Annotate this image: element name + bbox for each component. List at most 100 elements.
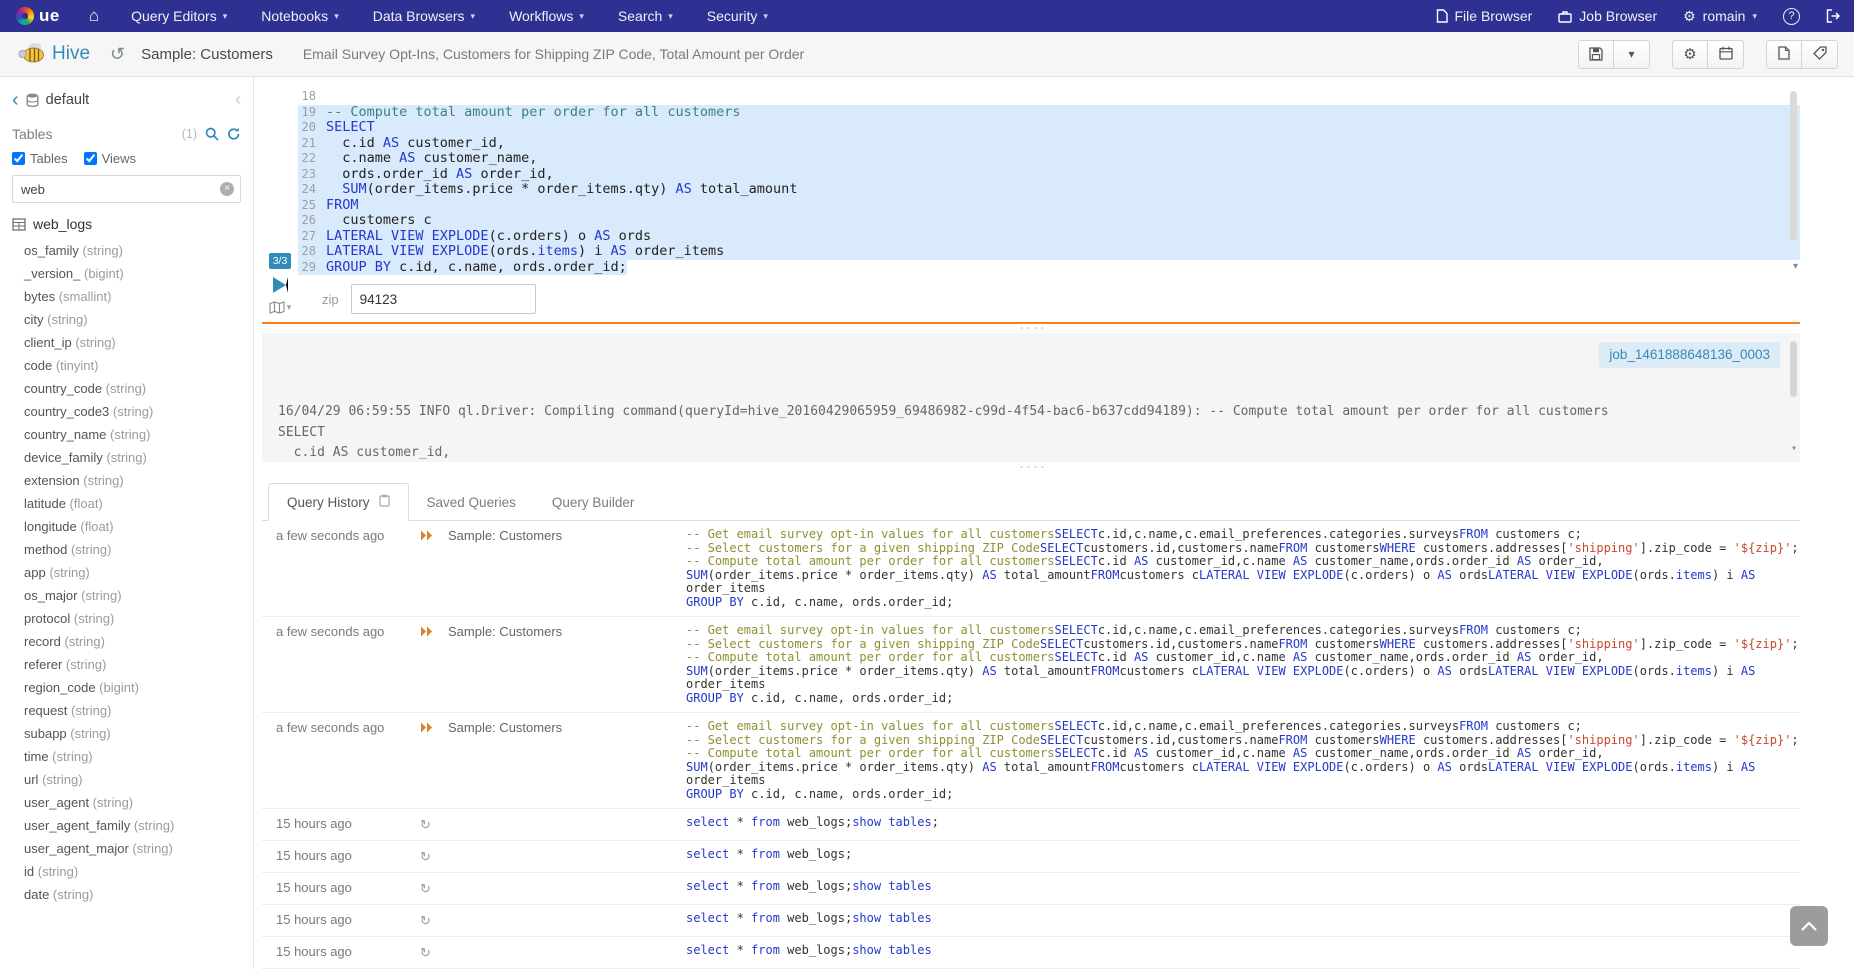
- database-name[interactable]: default: [46, 92, 90, 108]
- editor-line-28[interactable]: 28LATERAL VIEW EXPLODE(ords.items) i AS …: [298, 244, 1800, 260]
- column-item-country_name[interactable]: country_name (string): [24, 423, 241, 446]
- editor-line-24[interactable]: 24 SUM(order_items.price * order_items.q…: [298, 182, 1800, 198]
- column-item-app[interactable]: app (string): [24, 561, 241, 584]
- help-button[interactable]: ?: [1770, 0, 1813, 32]
- history-icon[interactable]: ↺: [110, 44, 125, 65]
- logout-button[interactable]: [1813, 0, 1854, 32]
- menu-notebooks[interactable]: Notebooks▾: [244, 8, 355, 24]
- query-title[interactable]: Sample: Customers: [141, 46, 273, 63]
- editor-line-26[interactable]: 26 customers c: [298, 213, 1800, 229]
- tables-filter[interactable]: Tables: [12, 151, 68, 166]
- tags-button[interactable]: [1802, 40, 1838, 69]
- tables-checkbox[interactable]: [12, 152, 25, 165]
- user-menu[interactable]: ⚙ romain ▾: [1670, 0, 1770, 32]
- back-icon[interactable]: ‹: [12, 92, 19, 108]
- column-item-os_family[interactable]: os_family (string): [24, 239, 241, 262]
- save-button[interactable]: [1578, 40, 1614, 69]
- logs-resize-grip[interactable]: [262, 462, 1800, 471]
- app-brand[interactable]: Hive: [16, 39, 90, 70]
- schedule-button[interactable]: [1708, 40, 1744, 69]
- sql-editor[interactable]: 1819-- Compute total amount per order fo…: [298, 85, 1800, 275]
- column-item-country_code[interactable]: country_code (string): [24, 377, 241, 400]
- menu-search[interactable]: Search▾: [601, 8, 690, 24]
- clear-search-icon[interactable]: ×: [220, 182, 234, 196]
- editor-line-25[interactable]: 25FROM: [298, 198, 1800, 214]
- refresh-icon[interactable]: [227, 127, 241, 141]
- history-query-name[interactable]: Sample: Customers: [448, 624, 686, 705]
- collapse-panel-icon[interactable]: ‹: [235, 89, 241, 110]
- history-query-sql[interactable]: select * from web_logs;show tables: [686, 944, 1800, 961]
- history-query-sql[interactable]: -- Get email survey opt-in values for al…: [686, 720, 1800, 801]
- column-item-country_code3[interactable]: country_code3 (string): [24, 400, 241, 423]
- column-item-city[interactable]: city (string): [24, 308, 241, 331]
- column-item-id[interactable]: id (string): [24, 860, 241, 883]
- column-item-os_major[interactable]: os_major (string): [24, 584, 241, 607]
- file-browser-link[interactable]: File Browser: [1423, 0, 1546, 32]
- history-row[interactable]: 15 hours ago↻select * from web_logs;: [262, 841, 1800, 873]
- table-item-web-logs[interactable]: web_logs: [12, 216, 241, 232]
- hue-logo[interactable]: ue: [0, 6, 74, 26]
- column-item-user_agent_major[interactable]: user_agent_major (string): [24, 837, 241, 860]
- column-item-client_ip[interactable]: client_ip (string): [24, 331, 241, 354]
- tab-query-builder[interactable]: Query Builder: [534, 485, 653, 520]
- column-item-date[interactable]: date (string): [24, 883, 241, 906]
- column-item-_version_[interactable]: _version_ (bigint): [24, 262, 241, 285]
- column-item-user_agent[interactable]: user_agent (string): [24, 791, 241, 814]
- editor-line-18[interactable]: 18: [298, 89, 1800, 105]
- search-icon[interactable]: [205, 127, 219, 141]
- history-row[interactable]: 15 hours ago↻select * from web_logs;show…: [262, 873, 1800, 905]
- history-query-sql[interactable]: select * from web_logs;show tables: [686, 912, 1800, 929]
- column-item-request[interactable]: request (string): [24, 699, 241, 722]
- editor-line-27[interactable]: 27LATERAL VIEW EXPLODE(c.orders) o AS or…: [298, 229, 1800, 245]
- scroll-to-top-button[interactable]: [1790, 906, 1828, 946]
- explain-icon[interactable]: ▾: [269, 301, 292, 314]
- history-query-name[interactable]: Sample: Customers: [448, 528, 686, 609]
- editor-scrollbar-thumb[interactable]: [1790, 91, 1797, 241]
- editor-line-21[interactable]: 21 c.id AS customer_id,: [298, 136, 1800, 152]
- log-scrollbar-thumb[interactable]: [1790, 341, 1797, 397]
- views-filter[interactable]: Views: [84, 151, 136, 166]
- editor-line-22[interactable]: 22 c.name AS customer_name,: [298, 151, 1800, 167]
- menu-workflows[interactable]: Workflows▾: [492, 8, 601, 24]
- editor-line-23[interactable]: 23 ords.order_id AS order_id,: [298, 167, 1800, 183]
- history-row[interactable]: a few seconds agoSample: Customers-- Get…: [262, 617, 1800, 713]
- history-row[interactable]: 15 hours ago↻select * from web_logs;show…: [262, 937, 1800, 969]
- menu-data-browsers[interactable]: Data Browsers▾: [356, 8, 492, 24]
- editor-line-29[interactable]: 29GROUP BY c.id, c.name, ords.order_id;: [298, 260, 1800, 276]
- column-item-device_family[interactable]: device_family (string): [24, 446, 241, 469]
- column-item-method[interactable]: method (string): [24, 538, 241, 561]
- history-query-sql[interactable]: select * from web_logs;show tables: [686, 880, 1800, 897]
- menu-query-editors[interactable]: Query Editors▾: [114, 8, 244, 24]
- column-item-user_agent_family[interactable]: user_agent_family (string): [24, 814, 241, 837]
- column-item-bytes[interactable]: bytes (smallint): [24, 285, 241, 308]
- column-item-time[interactable]: time (string): [24, 745, 241, 768]
- history-row[interactable]: 15 hours ago↻select * from web_logs;show…: [262, 905, 1800, 937]
- log-scrollbar-down-arrow[interactable]: ▾: [1791, 439, 1797, 460]
- history-query-sql[interactable]: select * from web_logs;show tables;: [686, 816, 1800, 833]
- editor-line-20[interactable]: 20SELECT: [298, 120, 1800, 136]
- column-item-subapp[interactable]: subapp (string): [24, 722, 241, 745]
- editor-scrollbar-down-arrow[interactable]: ▾: [1793, 261, 1798, 272]
- tab-saved-queries[interactable]: Saved Queries: [409, 485, 534, 520]
- history-query-sql[interactable]: select * from web_logs;: [686, 848, 1800, 865]
- history-row[interactable]: a few seconds agoSample: Customers-- Get…: [262, 521, 1800, 617]
- history-query-sql[interactable]: -- Get email survey opt-in values for al…: [686, 528, 1800, 609]
- variable-zip-input[interactable]: [351, 284, 536, 314]
- table-filter-input[interactable]: [12, 175, 241, 203]
- views-checkbox[interactable]: [84, 152, 97, 165]
- job-link[interactable]: job_1461888648136_0003: [1599, 342, 1780, 369]
- column-item-url[interactable]: url (string): [24, 768, 241, 791]
- tab-query-history[interactable]: Query History: [268, 483, 409, 521]
- app-name[interactable]: Hive: [52, 43, 90, 65]
- history-row[interactable]: a few seconds agoSample: Customers-- Get…: [262, 713, 1800, 809]
- column-item-protocol[interactable]: protocol (string): [24, 607, 241, 630]
- column-item-code[interactable]: code (tinyint): [24, 354, 241, 377]
- history-query-sql[interactable]: -- Get email survey opt-in values for al…: [686, 624, 1800, 705]
- session-settings-button[interactable]: ⚙: [1672, 40, 1708, 69]
- job-browser-link[interactable]: Job Browser: [1545, 0, 1670, 32]
- column-item-region_code[interactable]: region_code (bigint): [24, 676, 241, 699]
- editor-line-19[interactable]: 19-- Compute total amount per order for …: [298, 105, 1800, 121]
- history-row[interactable]: 15 hours ago↻select * from web_logs;show…: [262, 809, 1800, 841]
- save-dropdown-button[interactable]: ▾: [1614, 40, 1650, 69]
- new-document-button[interactable]: [1766, 40, 1802, 69]
